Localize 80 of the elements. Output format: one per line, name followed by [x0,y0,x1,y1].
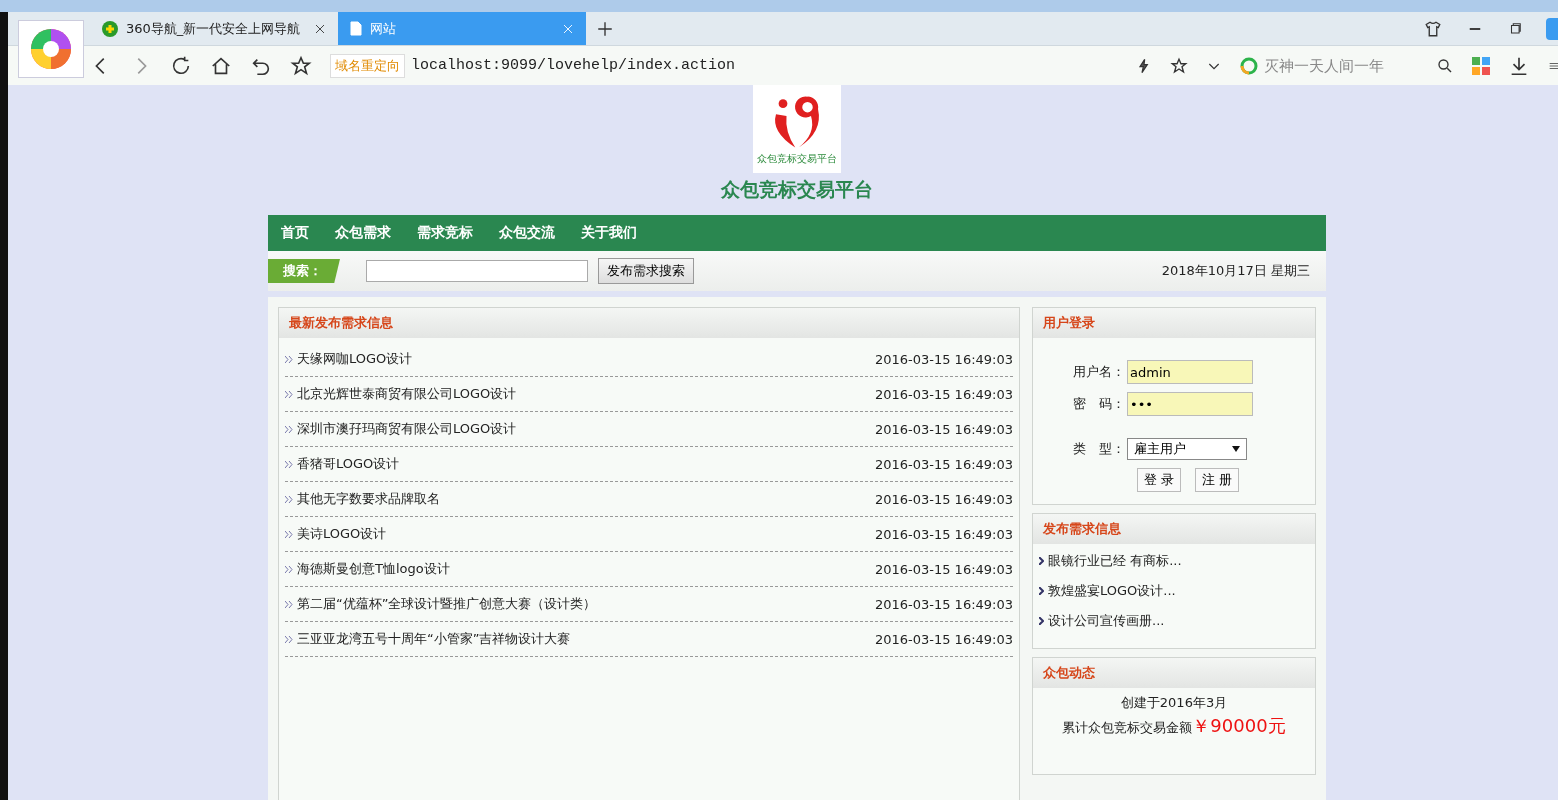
dropdown-arrow-icon [1232,446,1240,452]
chevron-icon [1039,617,1044,625]
double-chevron-icon [285,425,294,433]
logo-caption: 众包竞标交易平台 [757,151,837,166]
double-chevron-icon [285,495,294,503]
post-time: 2016-03-15 16:49:03 [874,561,1013,577]
post-time: 2016-03-15 16:49:03 [874,526,1013,542]
founded-text: 创建于2016年3月 [1120,694,1228,712]
panel-title: 发布需求信息 [1043,520,1121,538]
nav-link[interactable]: 关于我们 [581,224,637,242]
post-time: 2016-03-15 16:49:03 [874,351,1013,367]
close-icon[interactable] [314,22,326,35]
post-link[interactable]: 敦煌盛宴LOGO设计... [1033,576,1315,606]
field-label: 类 型： [1073,440,1125,458]
demand-link[interactable]: 第二届“优蕴杯”全球设计暨推广创意大赛（设计类） [285,595,875,613]
demand-link[interactable]: 海德斯曼创意T恤logo设计 [285,560,875,578]
nav-link[interactable]: 需求竞标 [417,224,473,242]
field-label: 密 码： [1073,395,1125,413]
post-link[interactable]: 设计公司宣传画册... [1033,606,1315,636]
post-time: 2016-03-15 16:49:03 [874,456,1013,472]
chevron-icon [1039,557,1044,565]
nav-link[interactable]: 众包需求 [335,224,391,242]
demand-link[interactable]: 天缘网咖LOGO设计 [285,350,875,368]
page-icon [350,21,362,36]
url-field[interactable]: localhost:9099/lovehelp/index.action [411,57,1118,74]
double-chevron-icon [285,635,294,643]
demand-link[interactable]: 三亚亚龙湾五号十周年“小管家”吉祥物设计大赛 [285,630,875,648]
tab-title: 360导航_新一代安全上网导航 [126,19,302,38]
nav-link[interactable]: 众包交流 [499,224,555,242]
apps-grid-icon[interactable] [1472,56,1490,75]
demand-link[interactable]: 香猪哥LOGO设计 [285,455,875,473]
type-select[interactable]: 雇主用户 [1127,438,1247,460]
tab-title: 网站 [370,19,397,38]
search-label: 搜索： [268,259,340,283]
panel-title: 最新发布需求信息 [289,314,393,332]
post-time: 2016-03-15 16:49:03 [874,631,1013,647]
login-button[interactable]: 登 录 [1137,468,1182,492]
star-icon[interactable] [290,54,312,77]
demand-link[interactable]: 深圳市澳孖玛商贸有限公司LOGO设计 [285,420,875,438]
search-field[interactable]: 灭神一天人间一年 [1262,55,1432,76]
browser-tab[interactable]: 360导航_新一代安全上网导航 [90,12,338,45]
double-chevron-icon [285,355,294,363]
total-label: 累计众包竞标交易金额 [1062,719,1193,737]
search-input[interactable] [366,260,588,282]
browser-logo-icon[interactable] [18,20,84,78]
demand-link[interactable]: 美诗LOGO设计 [285,525,875,543]
demand-link[interactable]: 北京光辉世泰商贸有限公司LOGO设计 [285,385,875,403]
register-button[interactable]: 注 册 [1195,468,1240,492]
post-time: 2016-03-15 16:49:03 [874,491,1013,507]
shirt-icon[interactable] [1424,19,1442,38]
search-icon[interactable] [1436,56,1454,75]
password-field[interactable]: ••• [1127,392,1253,416]
post-link[interactable]: 眼镜行业已经 有商标... [1033,546,1315,576]
double-chevron-icon [285,390,294,398]
panel-title: 用户登录 [1043,314,1095,332]
panel-title: 众包动态 [1043,664,1095,682]
username-field[interactable]: admin [1127,360,1253,384]
new-tab-icon[interactable] [596,20,614,38]
double-chevron-icon [285,530,294,538]
star-icon[interactable] [1170,56,1188,75]
reload-icon[interactable] [170,54,192,77]
search-engine-icon [1240,56,1258,75]
globe-plus-icon [102,20,118,37]
site-title: 众包竞标交易平台 [721,177,873,202]
total-amount: ￥90000元 [1192,714,1286,738]
demand-link[interactable]: 其他无字数要求品牌取名 [285,490,875,508]
restore-icon[interactable] [1508,21,1522,36]
redirect-badge: 域名重定向 [330,53,405,78]
sidebar-toggle-icon[interactable] [1546,17,1558,40]
chevron-icon [1039,587,1044,595]
post-time: 2016-03-15 16:49:03 [874,386,1013,402]
double-chevron-icon [285,600,294,608]
nav-link[interactable]: 首页 [281,224,309,242]
field-label: 用户名： [1073,363,1125,381]
double-chevron-icon [285,565,294,573]
double-chevron-icon [285,460,294,468]
date-text: 2018年10月17日 星期三 [1161,262,1310,280]
search-button[interactable]: 发布需求搜索 [598,258,694,284]
post-time: 2016-03-15 16:49:03 [874,421,1013,437]
post-time: 2016-03-15 16:49:03 [874,596,1013,612]
